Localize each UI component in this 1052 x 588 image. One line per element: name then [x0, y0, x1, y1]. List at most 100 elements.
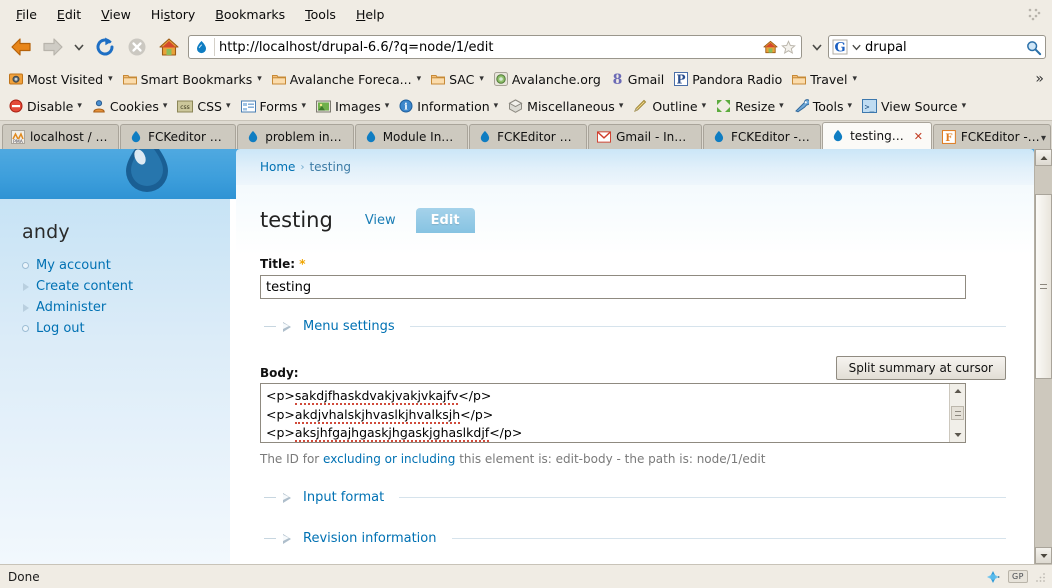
reload-button[interactable]: [90, 32, 120, 62]
tab-fckeditor-site[interactable]: F FCKEditor - ...: [933, 124, 1051, 149]
chevron-down-icon[interactable]: ▾: [494, 101, 499, 111]
page-scroll-up-button[interactable]: [1035, 149, 1052, 166]
menu-edit[interactable]: Edit: [47, 4, 91, 25]
window-grip-icon[interactable]: [1036, 572, 1046, 582]
collapse-triangle-icon[interactable]: [283, 533, 292, 544]
page-scroll-down-button[interactable]: [1035, 547, 1052, 564]
fieldset-legend[interactable]: Input format: [303, 490, 384, 505]
google-search-engine-icon[interactable]: G: [832, 39, 848, 55]
bookmark-sac[interactable]: SAC ▾: [427, 70, 490, 89]
menu-file[interactable]: File: [6, 4, 47, 25]
menu-view[interactable]: View: [91, 4, 141, 25]
menu-history[interactable]: History: [141, 4, 205, 25]
fieldset-legend[interactable]: Revision information: [303, 531, 437, 546]
menu-tools[interactable]: Tools: [295, 4, 346, 25]
bookmark-pandora-radio[interactable]: P Pandora Radio: [670, 70, 788, 89]
chevron-down-icon[interactable]: ▾: [779, 101, 784, 111]
sidebar-item-label[interactable]: Create content: [36, 279, 133, 294]
home-button[interactable]: [154, 32, 184, 62]
webdev-images[interactable]: Images ▾: [311, 97, 394, 116]
tab-localhost[interactable]: PMA localhost / l...: [2, 124, 120, 149]
breadcrumb-home-link[interactable]: Home: [260, 160, 295, 174]
fieldset-menu-settings[interactable]: Menu settings: [264, 319, 1006, 334]
chevron-down-icon[interactable]: ▾: [852, 74, 857, 84]
sidebar-item-log-out[interactable]: Log out: [22, 318, 230, 339]
split-summary-button[interactable]: Split summary at cursor: [835, 356, 1006, 380]
textarea-scrollbar[interactable]: [949, 384, 965, 442]
tab-module-inc[interactable]: Module Inc...: [354, 124, 469, 149]
collapse-triangle-icon[interactable]: [283, 321, 292, 332]
webdev-resize[interactable]: Resize ▾: [711, 97, 789, 116]
chevron-down-icon[interactable]: ▾: [962, 101, 967, 111]
address-bar[interactable]: http://localhost/drupal-6.6/?q=node/1/ed…: [188, 35, 802, 59]
tab-fckeditor-s[interactable]: FCKeditor s...: [120, 124, 237, 149]
fieldset-revision-information[interactable]: Revision information: [264, 531, 1006, 546]
sidebar-item-label[interactable]: Administer: [36, 300, 106, 315]
tab-list-dropdown-icon[interactable]: ▾: [1041, 133, 1046, 144]
body-textarea[interactable]: <p>sakdjfhaskdvakjvakjvkajfv</p> <p>akdj…: [260, 383, 966, 443]
fieldset-legend[interactable]: Menu settings: [303, 319, 395, 334]
title-input[interactable]: [260, 275, 966, 299]
tab-fckeditor-drupal[interactable]: FCKEditor - ...: [703, 124, 822, 149]
chevron-down-icon[interactable]: ▾: [479, 74, 484, 84]
chevron-down-icon[interactable]: ▾: [619, 101, 624, 111]
webdev-tools[interactable]: Tools ▾: [789, 97, 857, 116]
chevron-down-icon[interactable]: ▾: [848, 101, 853, 111]
scroll-up-icon[interactable]: [951, 384, 965, 398]
page-scroll-track[interactable]: [1035, 166, 1052, 547]
search-input[interactable]: drupal: [865, 40, 1022, 55]
bookmark-smart-bookmarks[interactable]: Smart Bookmarks ▾: [119, 70, 268, 89]
textarea-scroll-thumb[interactable]: [951, 406, 964, 420]
menu-bookmarks[interactable]: Bookmarks: [205, 4, 295, 25]
menu-help[interactable]: Help: [346, 4, 395, 25]
chevron-down-icon[interactable]: ▾: [226, 101, 231, 111]
chevron-down-icon[interactable]: ▾: [302, 101, 307, 111]
url-text[interactable]: http://localhost/drupal-6.6/?q=node/1/ed…: [219, 40, 758, 55]
sidebar-item-my-account[interactable]: My account: [22, 255, 230, 276]
webdev-outline[interactable]: Outline ▾: [628, 97, 711, 116]
sidebar-item-administer[interactable]: Administer: [22, 297, 230, 318]
bookmarks-overflow-button[interactable]: »: [1035, 71, 1044, 87]
chevron-down-icon[interactable]: ▾: [702, 101, 707, 111]
page-scrollbar[interactable]: [1034, 149, 1052, 564]
chevron-down-icon[interactable]: ▾: [385, 101, 390, 111]
bookmark-most-visited[interactable]: Most Visited ▾: [5, 70, 119, 89]
sidebar-item-create-content[interactable]: Create content: [22, 276, 230, 297]
network-status-icon[interactable]: [986, 570, 1000, 584]
history-dropdown-button[interactable]: [70, 32, 88, 62]
status-badge[interactable]: GP: [1007, 570, 1028, 583]
search-bar[interactable]: G drupal: [828, 35, 1046, 59]
chevron-down-icon[interactable]: ▾: [417, 74, 422, 84]
tab-view[interactable]: View: [355, 208, 406, 233]
search-engine-dropdown-icon[interactable]: [851, 42, 862, 52]
chevron-down-icon[interactable]: ▾: [257, 74, 262, 84]
search-icon[interactable]: [1025, 39, 1042, 56]
bookmark-travel[interactable]: Travel ▾: [788, 70, 863, 89]
tab-fckeditor-n[interactable]: FCKEditor n...: [469, 124, 588, 149]
site-home-icon[interactable]: [762, 39, 779, 55]
collapse-triangle-icon[interactable]: [283, 492, 292, 503]
chevron-down-icon[interactable]: ▾: [108, 74, 113, 84]
fieldset-input-format[interactable]: Input format: [264, 490, 1006, 505]
sidebar-item-label[interactable]: Log out: [36, 321, 85, 336]
tab-gmail[interactable]: Gmail - Inb...: [588, 124, 703, 149]
address-dropdown-button[interactable]: [808, 32, 826, 62]
scroll-down-icon[interactable]: [951, 428, 965, 442]
webdev-disable[interactable]: Disable ▾: [4, 97, 87, 116]
tab-problem-in[interactable]: problem in ...: [237, 124, 354, 149]
bookmark-avalanche-org[interactable]: Avalanche.org: [490, 70, 607, 89]
bookmark-gmail[interactable]: 8 Gmail: [607, 70, 670, 89]
page-scroll-thumb[interactable]: [1035, 194, 1052, 379]
id-help-link[interactable]: excluding or including: [323, 452, 455, 466]
webdev-cookies[interactable]: Cookies ▾: [87, 97, 172, 116]
sidebar-item-label[interactable]: My account: [36, 258, 111, 273]
window-resize-icon[interactable]: [1026, 6, 1042, 22]
tab-close-icon[interactable]: ✕: [914, 130, 923, 143]
webdev-css[interactable]: css CSS ▾: [172, 97, 235, 116]
tab-testing[interactable]: testing ... ✕: [822, 122, 932, 149]
webdev-view-source[interactable]: >_ View Source ▾: [857, 97, 971, 116]
chevron-down-icon[interactable]: ▾: [163, 101, 168, 111]
bookmark-avalanche-forecast[interactable]: Avalanche Foreca... ▾: [268, 70, 427, 89]
chevron-down-icon[interactable]: ▾: [77, 101, 82, 111]
webdev-miscellaneous[interactable]: Miscellaneous ▾: [503, 97, 628, 116]
